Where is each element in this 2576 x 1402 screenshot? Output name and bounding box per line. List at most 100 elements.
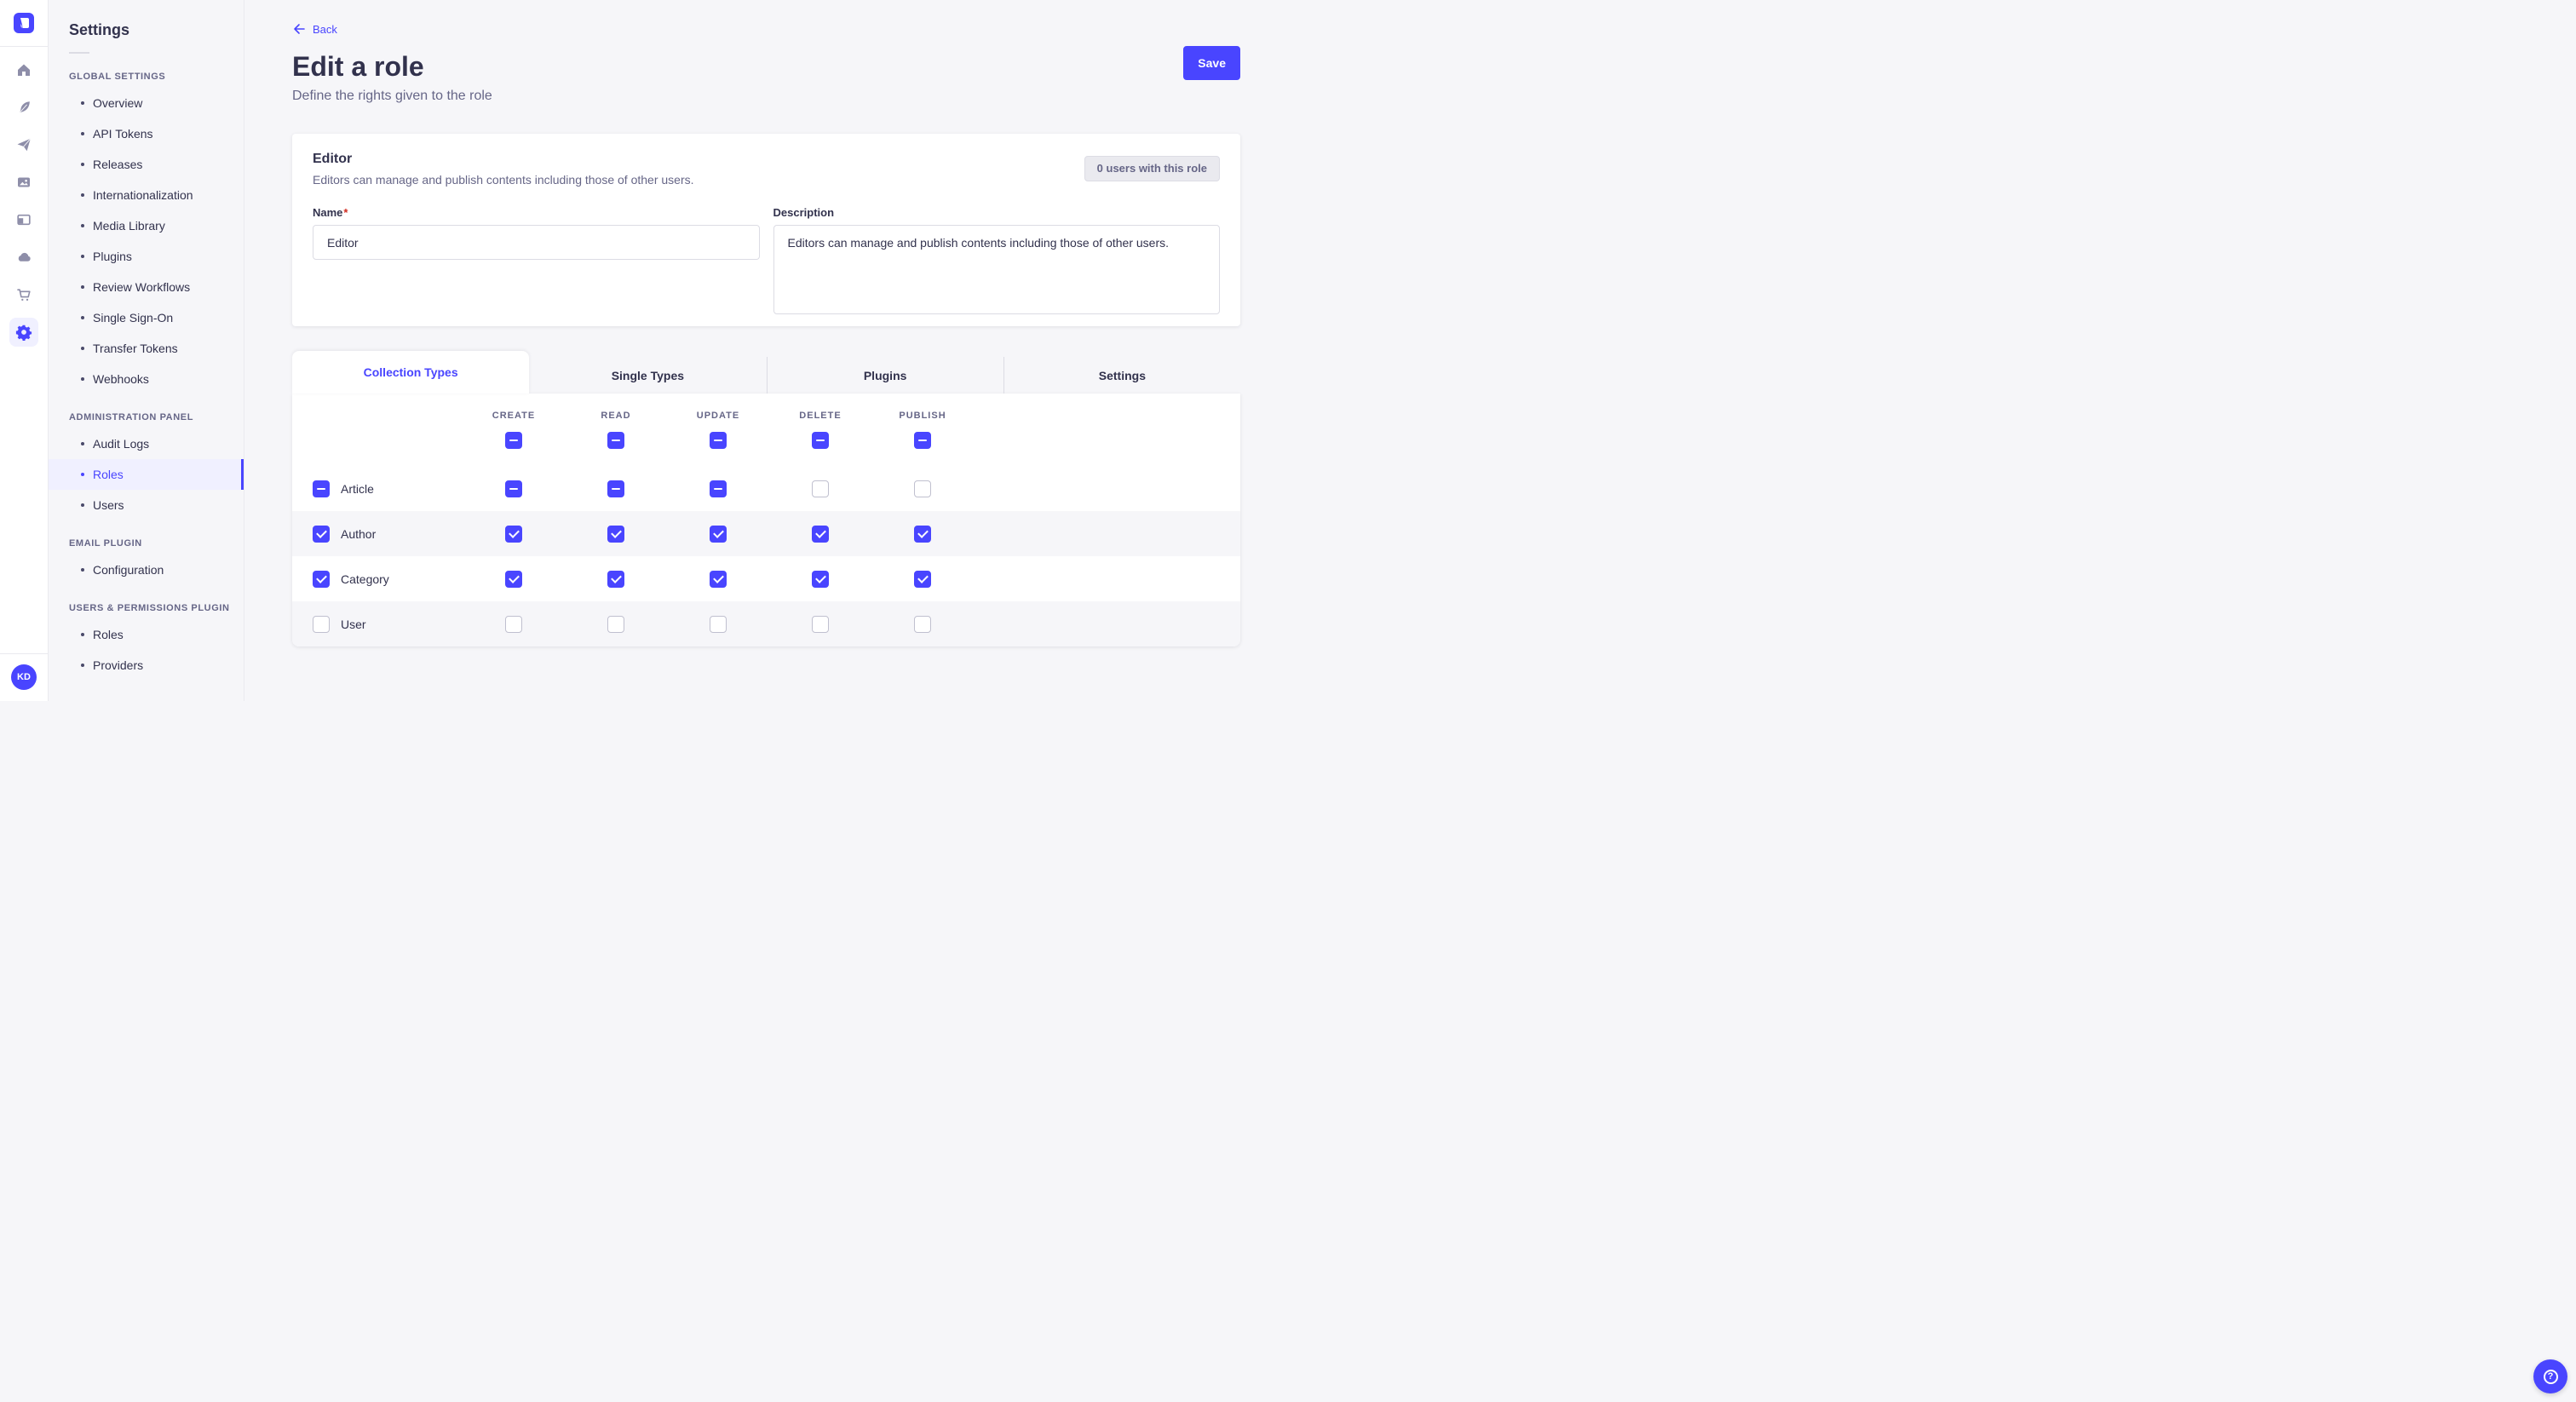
bullet-icon: [81, 193, 84, 197]
author-update-checkbox[interactable]: [710, 526, 727, 543]
strapi-logo[interactable]: [14, 13, 34, 33]
sidebar-item-internationalization[interactable]: Internationalization: [49, 180, 244, 210]
user-delete-checkbox[interactable]: [812, 616, 829, 633]
row-select-checkbox[interactable]: [313, 480, 330, 497]
user-read-checkbox[interactable]: [607, 616, 624, 633]
sidebar-item-review-workflows[interactable]: Review Workflows: [49, 272, 244, 302]
column-label: READ: [601, 411, 630, 421]
article-update-checkbox[interactable]: [710, 480, 727, 497]
tab-plugins[interactable]: Plugins: [767, 357, 1003, 394]
section-label: USERS & PERMISSIONS PLUGIN: [69, 603, 244, 613]
sidebar-item-users[interactable]: Users: [49, 490, 244, 520]
sidebar-item-roles[interactable]: Roles: [49, 459, 244, 490]
select-all-create-checkbox[interactable]: [505, 432, 522, 449]
bullet-icon: [81, 664, 84, 667]
row-select-checkbox[interactable]: [313, 616, 330, 633]
sidebar-item-api-tokens[interactable]: API Tokens: [49, 118, 244, 149]
row-label: Author: [341, 527, 376, 541]
select-all-read-checkbox[interactable]: [607, 432, 624, 449]
tab-collection-types[interactable]: Collection Types: [292, 351, 529, 394]
cart-icon[interactable]: [15, 286, 32, 303]
description-field[interactable]: Editors can manage and publish contents …: [773, 225, 1221, 314]
tab-settings[interactable]: Settings: [1003, 357, 1240, 394]
sidebar-item-label: Providers: [93, 658, 143, 672]
sidebar-item-audit-logs[interactable]: Audit Logs: [49, 428, 244, 459]
user-publish-checkbox[interactable]: [914, 616, 931, 633]
page-subtitle: Define the rights given to the role: [292, 89, 1240, 104]
row-select-checkbox[interactable]: [313, 526, 330, 543]
author-create-checkbox[interactable]: [505, 526, 522, 543]
send-icon[interactable]: [15, 136, 32, 153]
tab-single-types[interactable]: Single Types: [529, 357, 766, 394]
category-create-checkbox[interactable]: [505, 571, 522, 588]
column-create: CREATE: [463, 411, 565, 449]
sidebar-item-media-library[interactable]: Media Library: [49, 210, 244, 241]
back-label: Back: [313, 23, 337, 36]
select-all-delete-checkbox[interactable]: [812, 432, 829, 449]
column-read: READ: [565, 411, 667, 449]
row-select-checkbox[interactable]: [313, 571, 330, 588]
sidebar-item-transfer-tokens[interactable]: Transfer Tokens: [49, 333, 244, 364]
column-label: CREATE: [492, 411, 535, 421]
table-row-user: User: [292, 601, 1240, 646]
user-update-checkbox[interactable]: [710, 616, 727, 633]
article-publish-checkbox[interactable]: [914, 480, 931, 497]
user-create-checkbox[interactable]: [505, 616, 522, 633]
select-all-publish-checkbox[interactable]: [914, 432, 931, 449]
sidebar-item-single-sign-on[interactable]: Single Sign-On: [49, 302, 244, 333]
category-publish-checkbox[interactable]: [914, 571, 931, 588]
layout-icon[interactable]: [15, 211, 32, 228]
permissions-header-row: CREATE READ UPDATE DELETE: [292, 394, 1240, 466]
sidebar-item-webhooks[interactable]: Webhooks: [49, 364, 244, 394]
description-field-label: Description: [773, 206, 1221, 219]
page-title: Edit a role: [292, 51, 1240, 83]
feather-icon[interactable]: [15, 99, 32, 116]
select-all-update-checkbox[interactable]: [710, 432, 727, 449]
row-label: User: [341, 618, 366, 631]
bullet-icon: [81, 132, 84, 135]
sidebar-item-label: Roles: [93, 628, 124, 641]
rail-bottom-divider: [0, 653, 49, 654]
sidebar-item-configuration[interactable]: Configuration: [49, 554, 244, 585]
article-delete-checkbox[interactable]: [812, 480, 829, 497]
article-read-checkbox[interactable]: [607, 480, 624, 497]
row-label: Article: [341, 482, 374, 496]
main-content: Back Edit a role Define the rights given…: [244, 0, 1288, 701]
category-update-checkbox[interactable]: [710, 571, 727, 588]
sidebar-item-plugins[interactable]: Plugins: [49, 241, 244, 272]
save-button[interactable]: Save: [1183, 46, 1240, 80]
table-row-article: Article: [292, 466, 1240, 511]
arrow-left-icon: [292, 22, 306, 36]
cloud-icon[interactable]: [15, 249, 32, 266]
media-icon[interactable]: [15, 174, 32, 191]
table-row-author: Author: [292, 511, 1240, 556]
sidebar-item-label: Media Library: [93, 219, 165, 233]
back-link[interactable]: Back: [292, 22, 337, 36]
author-delete-checkbox[interactable]: [812, 526, 829, 543]
column-label: PUBLISH: [899, 411, 946, 421]
strapi-logo-glyph: [17, 16, 31, 30]
sidebar-item-up-roles[interactable]: Roles: [49, 619, 244, 650]
sidebar-item-label: Users: [93, 498, 124, 512]
sidebar-item-label: Transfer Tokens: [93, 342, 178, 355]
permissions-tabs: Collection Types Single Types Plugins Se…: [292, 351, 1240, 394]
role-details-card: Editor Editors can manage and publish co…: [292, 134, 1240, 326]
category-read-checkbox[interactable]: [607, 571, 624, 588]
home-icon[interactable]: [15, 61, 32, 78]
main-nav-rail: KD: [0, 0, 49, 701]
article-create-checkbox[interactable]: [505, 480, 522, 497]
category-delete-checkbox[interactable]: [812, 571, 829, 588]
author-read-checkbox[interactable]: [607, 526, 624, 543]
sidebar-item-overview[interactable]: Overview: [49, 88, 244, 118]
gear-icon[interactable]: [9, 318, 38, 347]
bullet-icon: [81, 442, 84, 445]
rail-icons: [9, 47, 38, 341]
name-field-label: Name*: [313, 206, 760, 219]
name-field[interactable]: [313, 225, 760, 260]
table-row-category: Category: [292, 556, 1240, 601]
help-button[interactable]: ?: [2533, 1359, 2567, 1393]
sidebar-item-releases[interactable]: Releases: [49, 149, 244, 180]
user-avatar[interactable]: KD: [11, 664, 37, 690]
sidebar-item-providers[interactable]: Providers: [49, 650, 244, 681]
author-publish-checkbox[interactable]: [914, 526, 931, 543]
